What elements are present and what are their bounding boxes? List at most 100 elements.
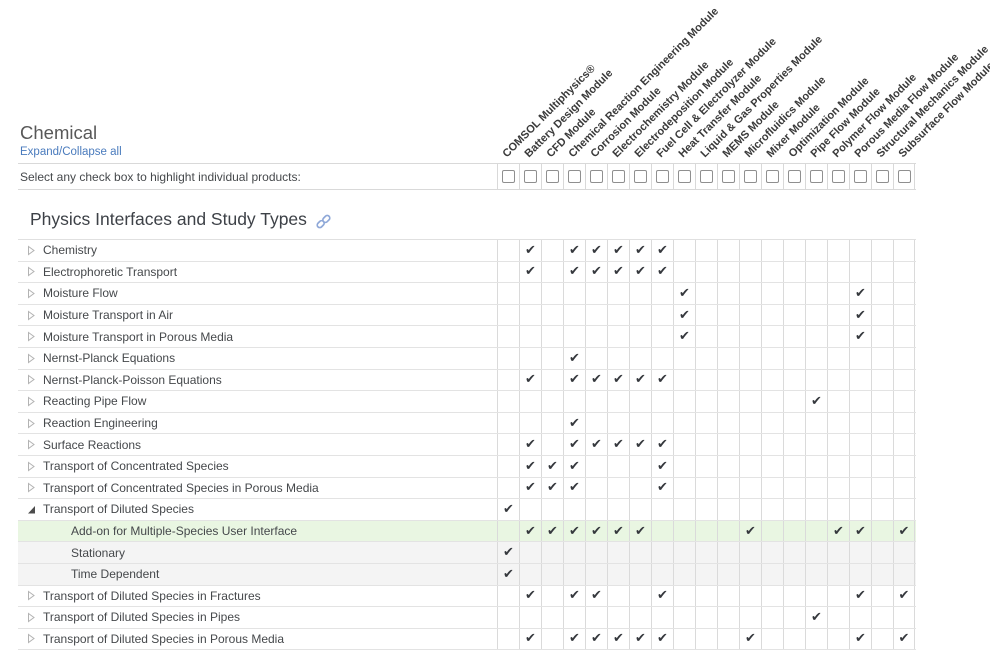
product-select-checkbox[interactable] bbox=[634, 170, 647, 183]
product-select-checkbox[interactable] bbox=[546, 170, 559, 183]
grid-cell bbox=[673, 348, 695, 369]
product-select-checkbox[interactable] bbox=[766, 170, 779, 183]
expand-collapse-all-link[interactable]: Expand/Collapse all bbox=[20, 146, 122, 158]
row-label[interactable]: Transport of Diluted Species in Pipes bbox=[18, 607, 497, 628]
row-label[interactable]: Transport of Diluted Species in Fracture… bbox=[18, 586, 497, 607]
product-select-checkbox[interactable] bbox=[502, 170, 515, 183]
grid-cell bbox=[629, 607, 651, 628]
grid-cell bbox=[695, 434, 717, 455]
product-select-checkbox[interactable] bbox=[612, 170, 625, 183]
grid-cell bbox=[827, 456, 849, 477]
product-select-checkbox[interactable] bbox=[590, 170, 603, 183]
grid-cell bbox=[673, 434, 695, 455]
product-select-checkbox[interactable] bbox=[568, 170, 581, 183]
row-label[interactable]: Transport of Concentrated Species in Por… bbox=[18, 478, 497, 499]
tree-collapsed-icon[interactable] bbox=[27, 418, 36, 429]
row-label[interactable]: Nernst-Planck-Poisson Equations bbox=[18, 370, 497, 391]
grid-cell bbox=[805, 305, 827, 326]
grid-cell bbox=[519, 326, 541, 347]
row-label[interactable]: Nernst-Planck Equations bbox=[18, 348, 497, 369]
tree-collapsed-icon[interactable] bbox=[27, 612, 36, 623]
check-mark-icon: ✔ bbox=[569, 417, 580, 430]
tree-collapsed-icon[interactable] bbox=[27, 266, 36, 277]
checkbox-cell bbox=[541, 164, 563, 189]
product-select-checkbox[interactable] bbox=[898, 170, 911, 183]
grid-cell: ✔ bbox=[519, 262, 541, 283]
column-headers: COMSOL Multiphysics®Battery Design Modul… bbox=[18, 0, 916, 162]
check-mark-icon: ✔ bbox=[503, 568, 514, 581]
chain-link-icon[interactable] bbox=[316, 214, 331, 229]
grid-cell bbox=[827, 607, 849, 628]
product-select-checkbox[interactable] bbox=[832, 170, 845, 183]
grid-cell bbox=[651, 391, 673, 412]
grid-cell bbox=[651, 305, 673, 326]
grid-cell: ✔ bbox=[651, 456, 673, 477]
grid-cell bbox=[629, 478, 651, 499]
product-select-checkbox[interactable] bbox=[854, 170, 867, 183]
tree-collapsed-icon[interactable] bbox=[27, 590, 36, 601]
tree-expanded-icon[interactable] bbox=[27, 504, 36, 515]
grid-cell bbox=[739, 542, 761, 563]
tree-collapsed-icon[interactable] bbox=[27, 288, 36, 299]
row-label[interactable]: Transport of Diluted Species in Porous M… bbox=[18, 629, 497, 650]
grid-cell: ✔ bbox=[651, 629, 673, 650]
grid-cell bbox=[893, 564, 915, 585]
grid-cell bbox=[497, 262, 519, 283]
grid-cell: ✔ bbox=[849, 326, 871, 347]
tree-collapsed-icon[interactable] bbox=[27, 331, 36, 342]
grid-cell bbox=[893, 478, 915, 499]
tree-collapsed-icon[interactable] bbox=[27, 310, 36, 321]
check-mark-icon: ✔ bbox=[811, 611, 822, 624]
tree-collapsed-icon[interactable] bbox=[27, 461, 36, 472]
product-select-checkbox[interactable] bbox=[810, 170, 823, 183]
row-label[interactable]: Reacting Pipe Flow bbox=[18, 391, 497, 412]
check-mark-icon: ✔ bbox=[569, 373, 580, 386]
row-label[interactable]: Transport of Diluted Species bbox=[18, 499, 497, 520]
tree-collapsed-icon[interactable] bbox=[27, 633, 36, 644]
tree-collapsed-icon[interactable] bbox=[27, 245, 36, 256]
tree-collapsed-icon[interactable] bbox=[27, 396, 36, 407]
row-label[interactable]: Chemistry bbox=[18, 240, 497, 261]
product-select-checkbox[interactable] bbox=[524, 170, 537, 183]
grid-cell: ✔ bbox=[563, 434, 585, 455]
check-mark-icon: ✔ bbox=[525, 373, 536, 386]
check-mark-icon: ✔ bbox=[569, 438, 580, 451]
product-select-checkbox[interactable] bbox=[722, 170, 735, 183]
row-cells: ✔✔✔✔✔✔ bbox=[497, 434, 915, 455]
tree-collapsed-icon[interactable] bbox=[27, 482, 36, 493]
table-row: Chemistry✔✔✔✔✔✔ bbox=[18, 240, 916, 262]
tree-collapsed-icon[interactable] bbox=[27, 374, 36, 385]
row-label[interactable]: Reaction Engineering bbox=[18, 413, 497, 434]
row-label[interactable]: Moisture Transport in Air bbox=[18, 305, 497, 326]
row-label[interactable]: Electrophoretic Transport bbox=[18, 262, 497, 283]
check-mark-icon: ✔ bbox=[525, 525, 536, 538]
row-label-text: Electrophoretic Transport bbox=[43, 265, 177, 279]
physics-table: Chemistry✔✔✔✔✔✔Electrophoretic Transport… bbox=[18, 239, 916, 650]
product-select-checkbox[interactable] bbox=[678, 170, 691, 183]
row-label[interactable]: Moisture Transport in Porous Media bbox=[18, 326, 497, 347]
row-label[interactable]: Moisture Flow bbox=[18, 283, 497, 304]
check-mark-icon: ✔ bbox=[525, 265, 536, 278]
grid-cell bbox=[717, 586, 739, 607]
tree-collapsed-icon[interactable] bbox=[27, 439, 36, 450]
row-label[interactable]: Surface Reactions bbox=[18, 434, 497, 455]
grid-cell bbox=[827, 499, 849, 520]
grid-cell bbox=[783, 348, 805, 369]
product-select-checkbox[interactable] bbox=[788, 170, 801, 183]
row-cells: ✔✔✔✔✔✔ bbox=[497, 240, 915, 261]
grid-cell bbox=[607, 326, 629, 347]
row-label: Time Dependent bbox=[18, 564, 497, 585]
grid-cell bbox=[871, 326, 893, 347]
grid-cell: ✔ bbox=[563, 521, 585, 542]
tree-collapsed-icon[interactable] bbox=[27, 353, 36, 364]
product-select-checkbox[interactable] bbox=[656, 170, 669, 183]
grid-cell bbox=[585, 499, 607, 520]
grid-cell bbox=[783, 283, 805, 304]
product-select-checkbox[interactable] bbox=[744, 170, 757, 183]
grid-cell bbox=[585, 478, 607, 499]
check-mark-icon: ✔ bbox=[591, 265, 602, 278]
product-select-checkbox[interactable] bbox=[876, 170, 889, 183]
row-label[interactable]: Transport of Concentrated Species bbox=[18, 456, 497, 477]
check-mark-icon: ✔ bbox=[569, 265, 580, 278]
product-select-checkbox[interactable] bbox=[700, 170, 713, 183]
